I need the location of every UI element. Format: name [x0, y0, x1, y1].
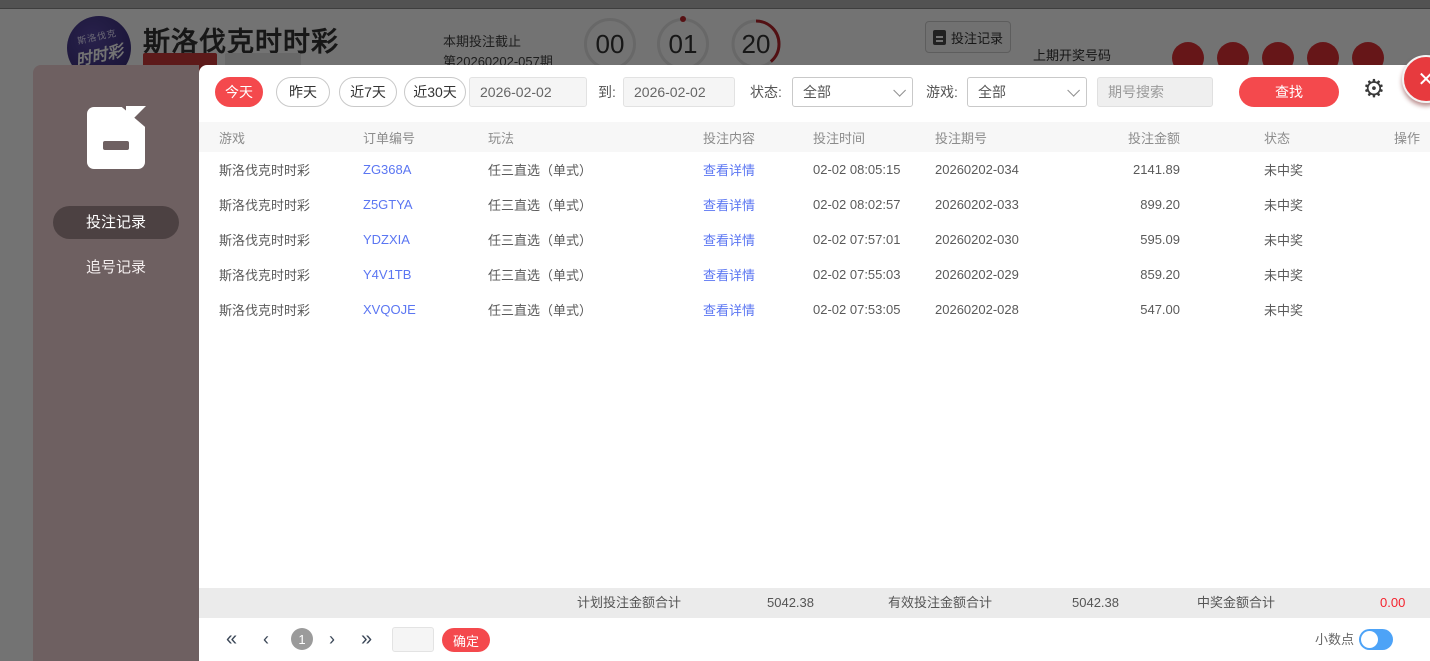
table-row: 斯洛伐克时时彩 YDZXIA 任三直选（单式） 查看详情 02-02 07:57…	[199, 222, 1430, 257]
view-details-link[interactable]: 查看详情	[703, 265, 813, 284]
cell-play: 任三直选（单式）	[488, 163, 593, 178]
col-period: 投注期号	[935, 130, 988, 146]
table-row: 斯洛伐克时时彩 ZG368A 任三直选（单式） 查看详情 02-02 08:05…	[199, 152, 1430, 187]
order-id-link[interactable]: Y4V1TB	[363, 267, 488, 282]
win-total-value: 0.00	[1380, 595, 1406, 610]
sidebar-item-bet-records[interactable]: 投注记录	[53, 206, 179, 239]
range-today-button[interactable]: 今天	[215, 77, 263, 107]
prev-page-button[interactable]: ‹	[263, 618, 269, 661]
cell-play: 任三直选（单式）	[488, 303, 593, 318]
cell-time: 02-02 07:57:01	[813, 232, 901, 247]
date-from-input[interactable]	[469, 77, 587, 107]
cell-amount: 2141.89	[1133, 162, 1180, 177]
table-row: 斯洛伐克时时彩 XVQOJE 任三直选（单式） 查看详情 02-02 07:53…	[199, 292, 1430, 327]
col-time: 投注时间	[813, 130, 866, 146]
view-details-link[interactable]: 查看详情	[703, 195, 813, 214]
cell-status: 未中奖	[1264, 268, 1304, 283]
pagination-bar: « ‹ 1 › » 确定 小数点	[199, 618, 1430, 661]
cell-status: 未中奖	[1264, 198, 1304, 213]
col-content: 投注内容	[703, 130, 756, 146]
col-play: 玩法	[488, 130, 515, 146]
table-row: 斯洛伐克时时彩 Z5GTYA 任三直选（单式） 查看详情 02-02 08:02…	[199, 187, 1430, 222]
cell-period: 20260202-030	[935, 232, 1019, 247]
cell-play: 任三直选（单式）	[488, 268, 593, 283]
table-row: 斯洛伐克时时彩 Y4V1TB 任三直选（单式） 查看详情 02-02 07:55…	[199, 257, 1430, 292]
cell-play: 任三直选（单式）	[488, 233, 593, 248]
toggle-knob	[1361, 631, 1378, 648]
table-header: 游戏 订单编号 玩法 投注内容 投注时间 投注期号 投注金额 状态 操作	[199, 122, 1430, 152]
order-id-link[interactable]: YDZXIA	[363, 232, 488, 247]
win-total-label: 中奖金额合计	[1197, 595, 1276, 610]
cell-game: 斯洛伐克时时彩	[219, 163, 311, 178]
cell-play: 任三直选（单式）	[488, 198, 593, 213]
planned-total-label: 计划投注金额合计	[577, 595, 682, 610]
col-status: 状态	[1264, 130, 1291, 146]
valid-total-label: 有效投注金额合计	[888, 595, 993, 610]
modal-sidebar: 投注记录 追号记录	[33, 65, 199, 661]
view-details-link[interactable]: 查看详情	[703, 230, 813, 249]
cell-game: 斯洛伐克时时彩	[219, 233, 311, 248]
cell-time: 02-02 07:53:05	[813, 302, 901, 317]
view-details-link[interactable]: 查看详情	[703, 300, 813, 319]
cell-time: 02-02 08:02:57	[813, 197, 901, 212]
sidebar-item-chase-records[interactable]: 追号记录	[53, 251, 179, 284]
cell-game: 斯洛伐克时时彩	[219, 268, 311, 283]
cell-period: 20260202-028	[935, 302, 1019, 317]
records-document-icon	[87, 106, 146, 169]
cell-amount: 595.09	[1140, 232, 1180, 247]
cell-time: 02-02 07:55:03	[813, 267, 901, 282]
current-page-indicator[interactable]: 1	[291, 628, 313, 650]
game-select[interactable]: 全部	[967, 77, 1087, 107]
cell-status: 未中奖	[1264, 303, 1304, 318]
decimal-toggle[interactable]	[1359, 629, 1393, 650]
game-filter-label: 游戏:	[926, 84, 958, 100]
next-page-button[interactable]: ›	[329, 618, 335, 661]
first-page-button[interactable]: «	[226, 618, 237, 661]
order-id-link[interactable]: Z5GTYA	[363, 197, 488, 212]
chevron-down-icon	[1067, 83, 1080, 97]
status-filter-label: 状态:	[750, 84, 782, 100]
col-amount: 投注金额	[1127, 130, 1180, 146]
date-to-label: 到:	[598, 84, 616, 100]
screen: 斯洛伐克 时时彩 斯洛伐克时时彩 本期投注截止 第20260202-057期 0…	[0, 0, 1430, 661]
page-jump-confirm-button[interactable]: 确定	[442, 628, 490, 652]
decimal-toggle-label: 小数点	[1315, 632, 1355, 647]
view-details-link[interactable]: 查看详情	[703, 160, 813, 179]
period-search-input[interactable]	[1097, 77, 1213, 107]
valid-total-value: 5042.38	[1072, 595, 1119, 610]
cell-amount: 547.00	[1140, 302, 1180, 317]
cell-period: 20260202-033	[935, 197, 1019, 212]
search-button[interactable]: 查找	[1239, 77, 1339, 107]
bet-records-modal: 今天 昨天 近7天 近30天 到: 状态: 全部 游戏: 全部 查找 ⚙ 游戏 …	[199, 65, 1430, 661]
cell-status: 未中奖	[1264, 163, 1304, 178]
chevron-down-icon	[893, 83, 906, 97]
planned-total-value: 5042.38	[767, 595, 814, 610]
range-30days-button[interactable]: 近30天	[404, 77, 466, 107]
last-page-button[interactable]: »	[361, 618, 372, 661]
cell-period: 20260202-034	[935, 162, 1019, 177]
cell-status: 未中奖	[1264, 233, 1304, 248]
cell-game: 斯洛伐克时时彩	[219, 198, 311, 213]
col-action: 操作	[1394, 130, 1421, 146]
status-select[interactable]: 全部	[792, 77, 913, 107]
order-id-link[interactable]: ZG368A	[363, 162, 488, 177]
col-order-id: 订单编号	[363, 130, 416, 146]
table-body: 斯洛伐克时时彩 ZG368A 任三直选（单式） 查看详情 02-02 08:05…	[199, 152, 1430, 327]
cell-time: 02-02 08:05:15	[813, 162, 901, 177]
col-game: 游戏	[219, 130, 246, 146]
range-7days-button[interactable]: 近7天	[339, 77, 397, 107]
cell-period: 20260202-029	[935, 267, 1019, 282]
cell-amount: 899.20	[1140, 197, 1180, 212]
close-icon: ✕	[1417, 67, 1430, 91]
order-id-link[interactable]: XVQOJE	[363, 302, 488, 317]
page-jump-input[interactable]	[392, 627, 434, 652]
cell-game: 斯洛伐克时时彩	[219, 303, 311, 318]
settings-gear-icon[interactable]: ⚙	[1361, 74, 1387, 104]
range-yesterday-button[interactable]: 昨天	[276, 77, 330, 107]
date-to-input[interactable]	[623, 77, 735, 107]
cell-amount: 859.20	[1140, 267, 1180, 282]
summary-bar: 计划投注金额合计 5042.38 有效投注金额合计 5042.38 中奖金额合计…	[199, 588, 1430, 618]
